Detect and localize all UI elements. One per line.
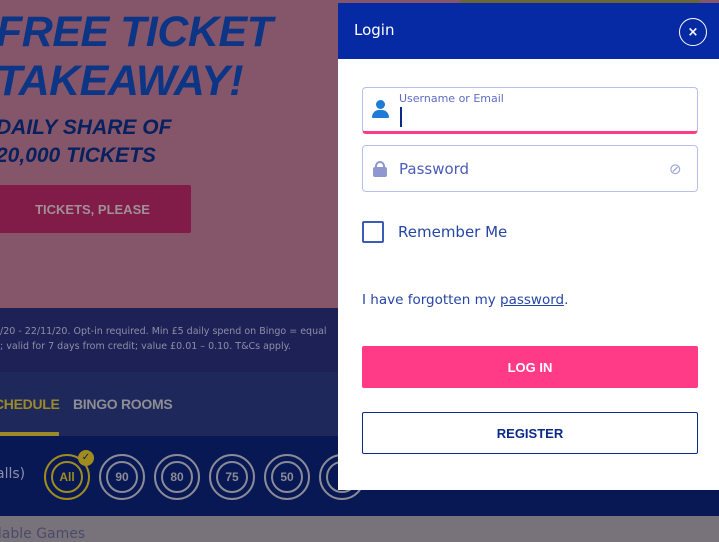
login-modal: Login × Username or Email Password ⊘ Rem… — [338, 3, 719, 490]
eye-slash-icon[interactable]: ⊘ — [669, 160, 689, 178]
modal-title: Login — [354, 21, 395, 39]
filter-ball-all[interactable]: All ✓ — [44, 450, 94, 500]
tickets-please-button[interactable]: TICKETS, PLEASE — [0, 185, 191, 233]
promo-title: FREE TICKET TAKEAWAY! — [0, 8, 273, 105]
available-games-heading: ilable Games — [0, 526, 86, 542]
tab-bingo-rooms[interactable]: BINGO ROOMS — [73, 396, 173, 412]
lock-icon — [373, 161, 387, 177]
forgot-password-link[interactable]: password — [500, 292, 564, 308]
filter-ball-80[interactable]: 80 — [154, 454, 200, 500]
text-caret — [400, 107, 402, 127]
remember-me-label: Remember Me — [398, 223, 508, 241]
filter-label: alls) — [0, 466, 26, 482]
page: FREE TICKET TAKEAWAY! DAILY SHARE OF 20,… — [0, 0, 719, 542]
login-button[interactable]: LOG IN — [362, 346, 698, 388]
promo-subtitle: DAILY SHARE OF 20,000 TICKETS — [0, 116, 172, 167]
forgot-password-text: I have forgotten my password. — [362, 292, 569, 308]
check-icon: ✓ — [78, 450, 94, 466]
available-games-section: ilable Games — [0, 516, 719, 542]
filter-ball-90[interactable]: 90 — [99, 454, 145, 500]
remember-me-checkbox[interactable] — [362, 221, 384, 243]
password-field[interactable]: Password ⊘ — [362, 145, 698, 192]
username-label: Username or Email — [399, 92, 504, 105]
username-field[interactable]: Username or Email — [362, 87, 698, 134]
filter-ball-75[interactable]: 75 — [209, 454, 255, 500]
user-icon — [371, 100, 389, 118]
close-icon: × — [687, 24, 699, 40]
tab-schedule[interactable]: CHEDULE — [0, 396, 60, 412]
close-button[interactable]: × — [679, 18, 707, 46]
register-button[interactable]: REGISTER — [362, 412, 698, 454]
filter-ball-50[interactable]: 50 — [264, 454, 310, 500]
modal-header: Login × — [338, 3, 719, 59]
password-placeholder: Password — [399, 160, 470, 178]
remember-me[interactable]: Remember Me — [362, 221, 507, 243]
